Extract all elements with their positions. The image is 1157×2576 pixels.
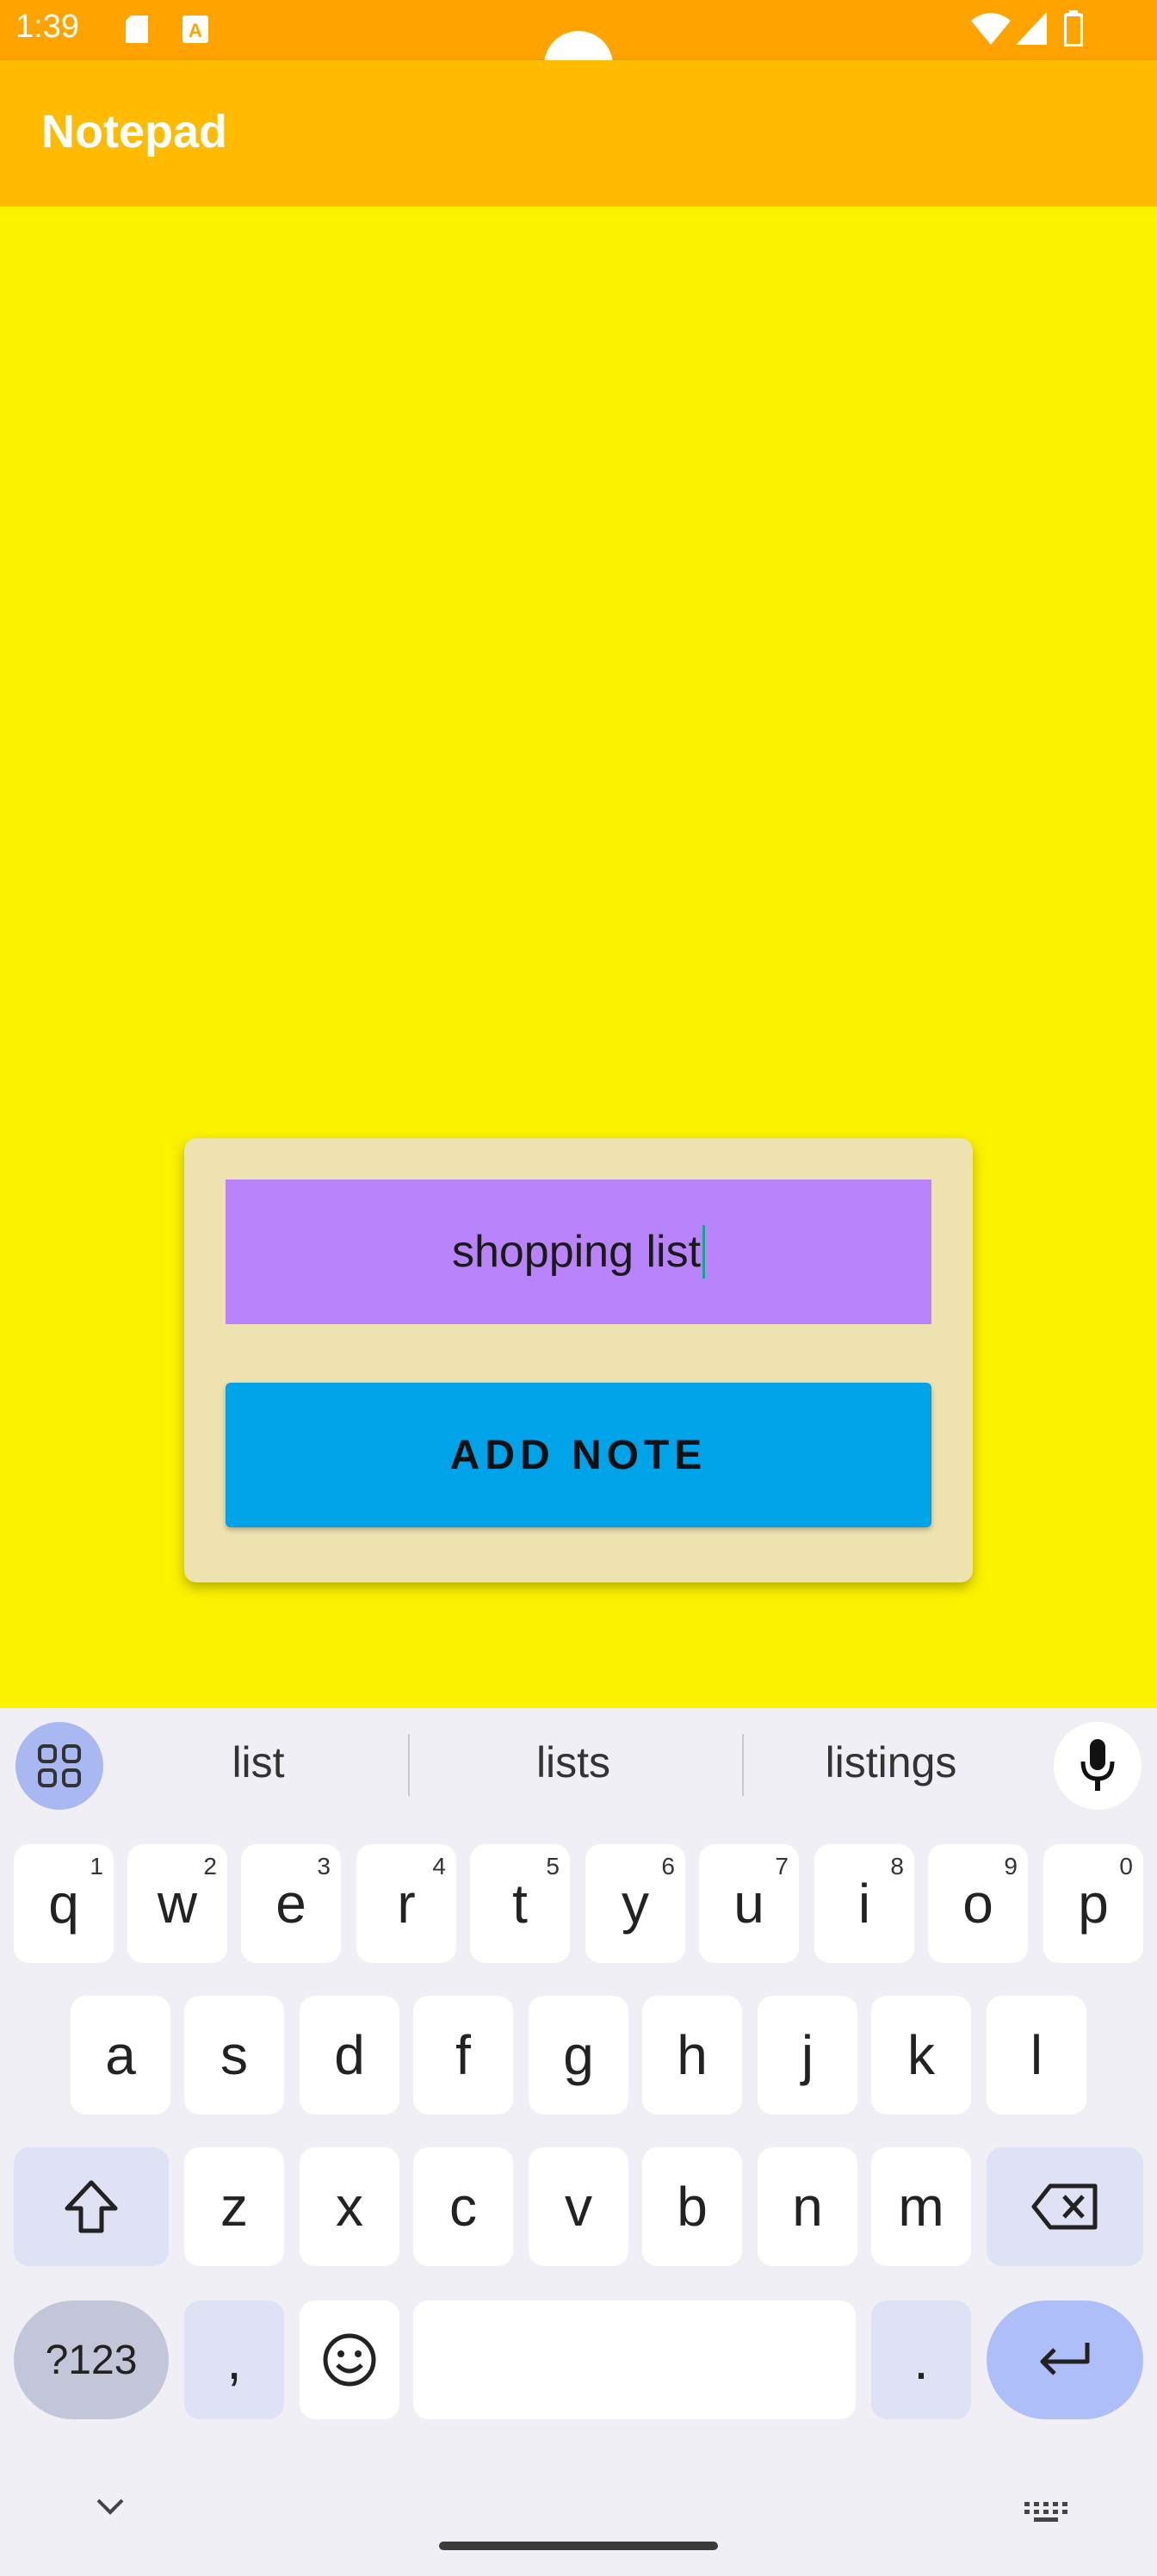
space-key[interactable]: [413, 2300, 856, 2419]
app-title: Notepad: [41, 106, 227, 158]
period-key[interactable]: .: [871, 2300, 971, 2419]
backspace-key[interactable]: [987, 2147, 1143, 2266]
key-h[interactable]: h: [642, 1996, 742, 2115]
key-w[interactable]: w2: [127, 1844, 227, 1963]
text-cursor: [702, 1225, 706, 1279]
key-r[interactable]: r4: [356, 1844, 456, 1963]
suggestion-divider: [742, 1734, 744, 1796]
key-y[interactable]: y6: [585, 1844, 685, 1963]
note-input-value: shopping list: [451, 1227, 702, 1277]
keyboard-switch-icon[interactable]: [1024, 2502, 1067, 2523]
grid-icon: [38, 1744, 81, 1787]
backspace-icon: [1031, 2183, 1098, 2230]
note-card: shopping list ADD NOTE: [184, 1138, 973, 1582]
key-o[interactable]: o9: [928, 1844, 1028, 1963]
soft-keyboard: list lists listings q1 w2 e3 r4 t5 y6 u7…: [0, 1708, 1157, 2576]
gesture-nav-handle[interactable]: [439, 2542, 718, 2550]
key-l[interactable]: l: [987, 1996, 1086, 2115]
wifi-icon: [971, 13, 1011, 45]
emoji-icon: [323, 2333, 376, 2387]
enter-key[interactable]: [987, 2300, 1143, 2419]
text-a-icon: A: [183, 15, 208, 43]
enter-icon: [1040, 2343, 1090, 2375]
key-q[interactable]: q1: [14, 1844, 114, 1963]
key-d[interactable]: d: [300, 1996, 399, 2115]
shift-icon: [65, 2180, 118, 2233]
key-p[interactable]: p0: [1043, 1844, 1143, 1963]
add-note-button[interactable]: ADD NOTE: [226, 1383, 931, 1527]
app-bar: Notepad: [0, 60, 1157, 207]
key-n[interactable]: n: [758, 2147, 857, 2266]
suggestion-divider: [408, 1734, 410, 1796]
main-content: shopping list ADD NOTE: [0, 207, 1157, 1708]
key-u[interactable]: u7: [699, 1844, 799, 1963]
key-z[interactable]: z: [184, 2147, 284, 2266]
key-g[interactable]: g: [529, 1996, 628, 2115]
key-e[interactable]: e3: [241, 1844, 341, 1963]
emoji-key[interactable]: [300, 2300, 399, 2419]
key-x[interactable]: x: [300, 2147, 399, 2266]
voice-input-button[interactable]: [1054, 1722, 1142, 1810]
note-input[interactable]: shopping list: [226, 1180, 931, 1324]
suggestion-2[interactable]: lists: [487, 1737, 659, 1787]
sd-card-icon: [126, 15, 148, 43]
key-s[interactable]: s: [184, 1996, 284, 2115]
signal-icon: [1016, 12, 1047, 45]
status-time: 1:39: [15, 9, 79, 45]
key-c[interactable]: c: [413, 2147, 513, 2266]
key-k[interactable]: k: [871, 1996, 971, 2115]
svg-text:A: A: [189, 20, 202, 41]
key-f[interactable]: f: [413, 1996, 513, 2115]
shift-key[interactable]: [14, 2147, 169, 2266]
symbols-key[interactable]: ?123: [14, 2300, 169, 2419]
battery-icon: [1064, 10, 1083, 46]
microphone-icon: [1080, 1739, 1115, 1791]
key-m[interactable]: m: [871, 2147, 971, 2266]
key-i[interactable]: i8: [814, 1844, 914, 1963]
suggestion-1[interactable]: list: [172, 1737, 344, 1787]
suggestion-3[interactable]: listings: [792, 1737, 990, 1787]
key-v[interactable]: v: [529, 2147, 628, 2266]
keyboard-hide-chevron-icon[interactable]: [95, 2497, 126, 2517]
key-t[interactable]: t5: [470, 1844, 570, 1963]
keyboard-menu-button[interactable]: [15, 1722, 103, 1810]
key-j[interactable]: j: [758, 1996, 857, 2115]
key-b[interactable]: b: [642, 2147, 742, 2266]
key-a[interactable]: a: [71, 1996, 170, 2115]
comma-key[interactable]: ,: [184, 2300, 284, 2419]
